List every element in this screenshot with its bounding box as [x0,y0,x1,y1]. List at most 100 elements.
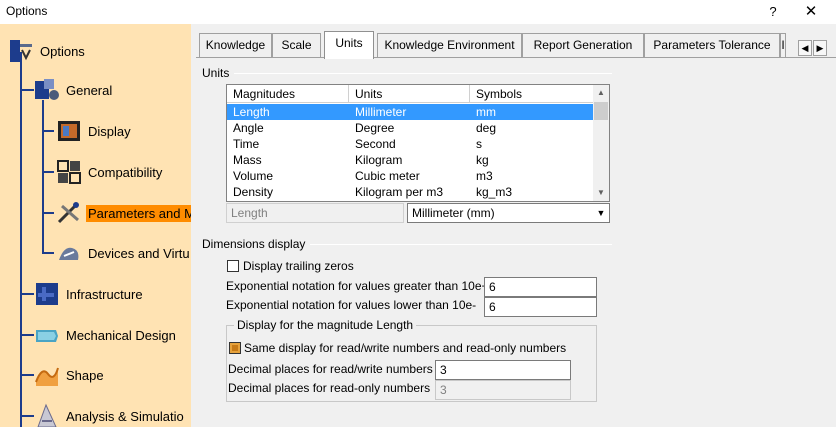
options-tree: Options General Display Compatibility Pa… [0,24,191,427]
cell-symbol: kg_m3 [476,185,513,199]
cell-magnitude: Density [233,185,274,199]
tree-connector [20,293,34,295]
rw-decimals-input[interactable]: 3 [435,360,571,380]
tree-connector [42,100,44,252]
rw-decimals-label: Decimal places for read/write numbers [228,362,433,376]
column-header-magnitudes[interactable]: Magnitudes [227,85,349,103]
exp-lower-label: Exponential notation for values lower th… [226,298,477,312]
cell-unit: Kilogram [355,153,403,167]
cell-magnitude: Time [233,137,260,151]
tree-item-mechanical-design[interactable]: Mechanical Design [34,320,178,350]
cell-unit: Degree [355,121,395,135]
group-separator [234,73,612,74]
tab-scale[interactable]: Scale [272,33,321,58]
same-display-checkbox[interactable] [229,342,241,354]
column-header-symbols[interactable]: Symbols [470,85,595,103]
tab-units[interactable]: Units [324,31,374,59]
units-table[interactable]: Magnitudes Units Symbols Length Millimet… [226,84,610,202]
tab-overflow[interactable]: I [780,33,786,58]
cell-magnitude: Volume [233,169,274,183]
tree-item-label: Compatibility [88,164,163,180]
table-row[interactable]: Angle Degree deg [227,120,595,136]
tree-item-general[interactable]: General [34,75,114,105]
cell-unit: Second [355,137,396,151]
close-button[interactable]: ✕ [796,1,826,23]
tab-knowledge[interactable]: Knowledge [199,33,272,58]
tree-item-label: Analysis & Simulatio [66,408,184,424]
cell-symbol: m3 [476,169,493,183]
column-header-units[interactable]: Units [349,85,470,103]
unit-select[interactable]: Millimeter (mm) ▼ [407,203,610,223]
group-separator [310,244,612,245]
tree-item-display[interactable]: Display [56,116,133,146]
tree-item-label: Shape [66,367,104,383]
cell-symbol: kg [476,153,489,167]
tree-item-compatibility[interactable]: Compatibility [56,157,164,187]
tree-item-label: Devices and Virtu [88,245,190,261]
exp-greater-label: Exponential notation for values greater … [226,279,489,293]
scroll-up-icon[interactable]: ▲ [593,85,609,101]
tree-connector [20,334,34,336]
tab-report-generation[interactable]: Report Generation [522,33,644,58]
tree-connector [42,171,54,173]
window-title: Options [6,4,48,18]
tree-item-label: Options [40,43,85,59]
tree-connector [20,52,22,427]
tree-item-infrastructure[interactable]: Infrastructure [34,279,145,309]
table-scrollbar[interactable]: ▲ ▼ [593,85,609,201]
same-display-label: Same display for read/write numbers and … [244,341,567,355]
scroll-thumb[interactable] [594,102,608,120]
tree-item-label: Infrastructure [66,286,143,302]
tab-parameters-tolerance[interactable]: Parameters Tolerance [644,33,780,58]
table-row[interactable]: Length Millimeter mm [227,104,595,120]
tree-item-label: Display [88,123,131,139]
cell-unit: Kilogram per m3 [355,185,444,199]
table-row[interactable]: Volume Cubic meter m3 [227,168,595,184]
selected-magnitude-field: Length [226,203,404,223]
tab-knowledge-environment[interactable]: Knowledge Environment [377,33,522,58]
tree-connector [42,130,54,132]
general-icon [34,77,60,103]
scroll-down-icon[interactable]: ▼ [593,185,609,201]
options-root-icon [8,38,34,64]
exp-greater-input[interactable]: 6 [484,277,597,297]
tree-item-label: Mechanical Design [66,327,176,343]
cell-magnitude: Angle [233,121,264,135]
table-row[interactable]: Time Second s [227,136,595,152]
chevron-down-icon[interactable]: ▼ [593,204,609,222]
infrastructure-icon [34,281,60,307]
tree-item-label: General [66,82,113,98]
tree-connector [42,212,54,214]
title-bar: Options ? ✕ [0,0,836,24]
tree-connector [20,415,34,417]
help-button[interactable]: ? [760,1,786,23]
tree-item-shape[interactable]: Shape [34,360,106,390]
tree-item-options[interactable]: Options [8,36,87,66]
exp-lower-input[interactable]: 6 [484,297,597,317]
cell-unit: Millimeter [355,105,407,119]
table-row[interactable]: Density Kilogram per m3 kg_m3 [227,184,595,200]
display-icon [56,118,82,144]
tab-strip: Knowledge Scale Units Knowledge Environm… [196,31,786,59]
tree-connector [20,374,34,376]
cell-unit: Cubic meter [355,169,420,183]
tree-item-devices[interactable]: Devices and Virtu [56,238,191,268]
tree-item-parameters[interactable]: Parameters and M [56,198,191,228]
units-group-title: Units [202,66,230,80]
cell-magnitude: Mass [233,153,262,167]
table-row[interactable]: Mass Kilogram kg [227,152,595,168]
ro-decimals-label: Decimal places for read-only numbers [228,381,431,395]
compatibility-icon [56,159,82,185]
tab-scroll-right-button[interactable]: ▶ [813,40,827,56]
parameters-icon [56,200,82,226]
analysis-icon [34,403,60,427]
tree-item-analysis[interactable]: Analysis & Simulatio [34,401,186,427]
trailing-zeros-label: Display trailing zeros [243,259,354,273]
table-header: Magnitudes Units Symbols [227,85,595,103]
tab-scroll-left-button[interactable]: ◀ [798,40,812,56]
magnitude-display-group-title: Display for the magnitude Length [234,318,417,332]
trailing-zeros-checkbox[interactable] [227,260,239,272]
ro-decimals-input: 3 [435,380,571,400]
mechanical-design-icon [34,322,60,348]
tree-connector [42,252,54,254]
